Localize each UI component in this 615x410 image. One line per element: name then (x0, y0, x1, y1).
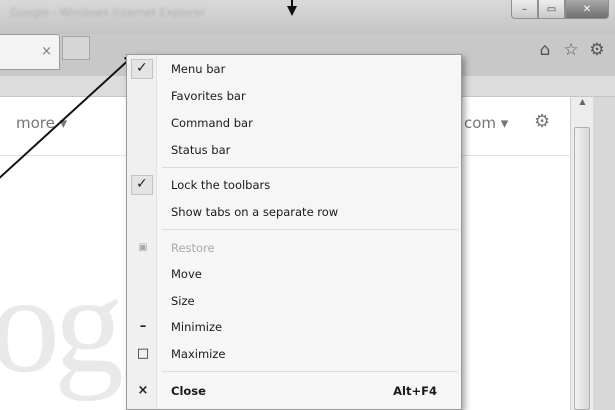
home-icon[interactable]: ⌂ (535, 40, 555, 60)
menu-item-label: Favorites bar (171, 89, 246, 103)
menu-item-maximize[interactable]: □ Maximize (127, 343, 461, 365)
menu-item-label: Minimize (171, 320, 223, 334)
maximize-icon: ▭ (546, 3, 557, 15)
menu-item-label: Lock the toolbars (171, 178, 271, 192)
menu-item-size[interactable]: Size (127, 290, 461, 312)
minimize-window-button[interactable]: – (511, 0, 538, 19)
menu-item-label: Restore (171, 241, 215, 255)
settings-gear-icon[interactable]: ⚙ (534, 111, 550, 132)
checkmark-icon: ✓ (136, 176, 148, 192)
maximize-window-button[interactable]: ▭ (538, 0, 565, 19)
menu-item-command-bar[interactable]: Command bar (127, 112, 461, 134)
minimize-icon: – (139, 319, 147, 334)
menu-item-label: Menu bar (171, 62, 226, 76)
menu-item-move[interactable]: Move (127, 263, 461, 285)
tab-close-icon[interactable]: × (41, 44, 52, 59)
menu-item-close[interactable]: × Close Alt+F4 (127, 380, 461, 402)
menu-item-favorites-bar[interactable]: Favorites bar (127, 85, 461, 107)
menu-item-label: Command bar (171, 116, 253, 130)
toolbar-context-menu: ✓ Menu bar Favorites bar Command bar Sta… (126, 54, 462, 410)
tools-gear-icon[interactable]: ⚙ (587, 40, 607, 60)
minimize-icon: – (522, 3, 527, 15)
menu-item-label: Show tabs on a separate row (171, 205, 339, 219)
scroll-up-arrow-icon[interactable]: ▲ (571, 97, 594, 111)
menu-separator (162, 229, 458, 230)
menu-item-label: Maximize (171, 347, 226, 361)
close-icon: × (137, 383, 149, 398)
browser-tab[interactable]: × (0, 34, 60, 70)
google-logo-fragment: og (0, 247, 124, 402)
menu-item-label: Close (171, 384, 206, 398)
menu-item-minimize[interactable]: – Minimize (127, 316, 461, 338)
menu-item-label: Status bar (171, 143, 231, 157)
close-window-button[interactable]: ✕ (565, 0, 609, 19)
menu-item-restore: ▣ Restore (127, 237, 461, 259)
close-icon: ✕ (582, 3, 592, 15)
menu-item-label: Size (171, 294, 195, 308)
new-tab-button[interactable] (62, 36, 90, 60)
vertical-scrollbar[interactable]: ▲ (570, 97, 594, 410)
window-right-edge (593, 97, 615, 410)
menu-item-menu-bar[interactable]: ✓ Menu bar (127, 58, 461, 80)
menu-item-label: Move (171, 267, 202, 281)
favorites-star-icon[interactable]: ☆ (561, 40, 581, 60)
maximize-icon: □ (136, 346, 150, 361)
menu-separator (162, 371, 458, 372)
window-titlebar[interactable]: Google - Windows Internet Explorer – ▭ ✕ (0, 0, 615, 34)
menu-item-shortcut: Alt+F4 (393, 384, 437, 398)
account-menu-link[interactable]: com ▾ (464, 114, 508, 132)
menu-item-lock-toolbars[interactable]: ✓ Lock the toolbars (127, 174, 461, 196)
more-menu-link[interactable]: more ▾ (16, 114, 67, 132)
restore-icon: ▣ (138, 242, 148, 253)
browser-tool-icons: ⌂ ☆ ⚙ (535, 40, 607, 60)
scroll-thumb[interactable] (574, 127, 590, 410)
window-title: Google - Windows Internet Explorer (10, 6, 206, 19)
menu-item-show-tabs-separate-row[interactable]: Show tabs on a separate row (127, 201, 461, 223)
menu-separator (162, 167, 458, 168)
checkmark-icon: ✓ (136, 60, 148, 76)
window-controls: – ▭ ✕ (511, 0, 609, 19)
menu-item-status-bar[interactable]: Status bar (127, 139, 461, 161)
